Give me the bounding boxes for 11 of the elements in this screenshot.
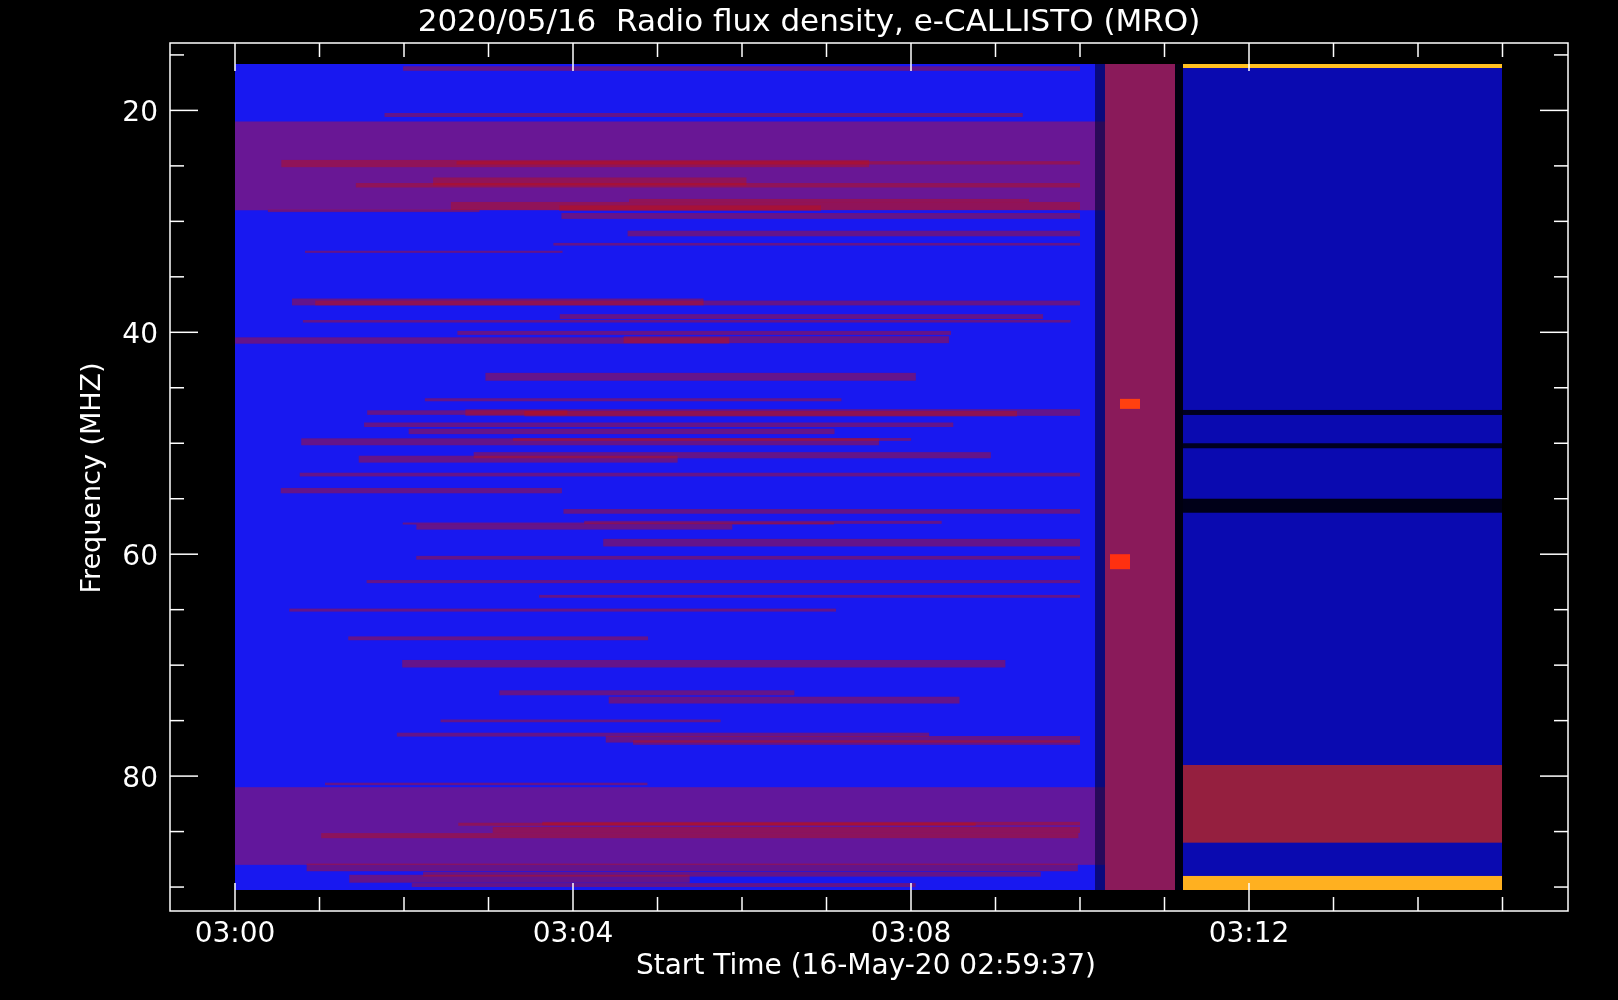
x-axis-label: Start Time (16-May-20 02:59:37) bbox=[635, 948, 1097, 981]
y-tick-label: 60 bbox=[122, 539, 158, 573]
y-tick-label: 80 bbox=[122, 761, 158, 795]
chart-title: 2020/05/16 Radio flux density, e-CALLISTO (MRO) bbox=[417, 1, 1201, 40]
y-tick-label: 20 bbox=[122, 95, 158, 129]
x-tick-label: 03:04 bbox=[532, 916, 614, 949]
x-tick-label: 03:00 bbox=[194, 916, 276, 949]
x-tick-label: 03:08 bbox=[870, 916, 952, 949]
y-axis-label: Frequency (MHZ) bbox=[75, 362, 106, 594]
y-tick-label: 40 bbox=[122, 317, 158, 351]
x-tick-label: 03:12 bbox=[1208, 916, 1290, 949]
